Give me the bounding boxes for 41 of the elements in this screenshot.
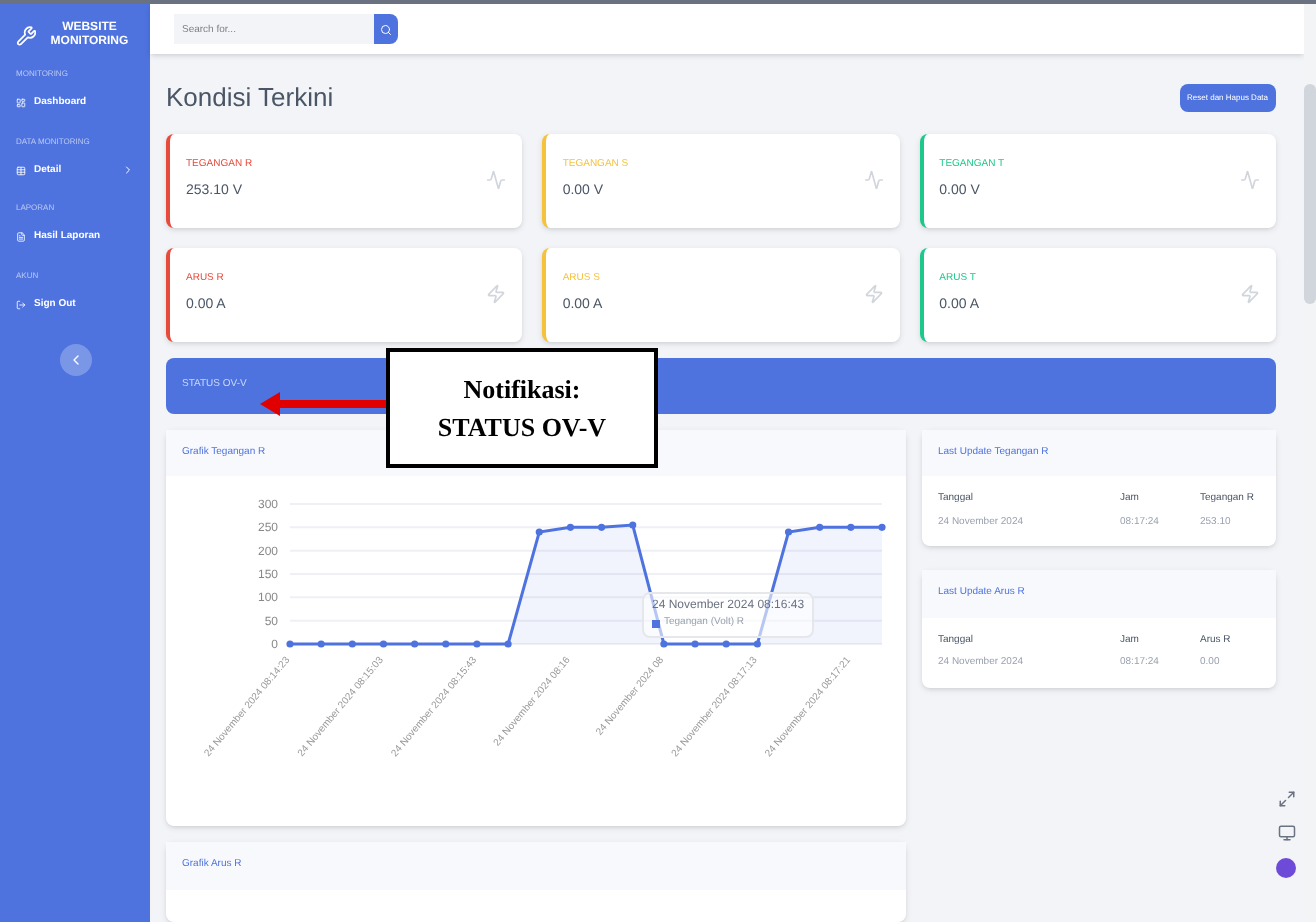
data-point xyxy=(566,523,574,531)
data-point xyxy=(442,640,450,648)
data-point xyxy=(878,523,886,531)
callout-arrow xyxy=(256,390,388,418)
data-point xyxy=(660,640,668,648)
nav-icon xyxy=(16,232,26,243)
lightning-icon xyxy=(863,284,884,304)
nav-icon xyxy=(16,98,26,109)
wrench-icon xyxy=(16,20,37,52)
data-point xyxy=(473,640,481,648)
data-point xyxy=(847,523,855,531)
data-point xyxy=(722,640,730,648)
search-button[interactable] xyxy=(374,14,398,44)
series-swatch xyxy=(652,619,660,628)
data-point xyxy=(317,640,325,648)
nav-icon xyxy=(16,299,26,310)
lightning-icon xyxy=(486,284,507,304)
expand-icon[interactable] xyxy=(1277,790,1295,808)
wave-icon xyxy=(486,170,507,190)
wave-icon xyxy=(863,170,884,190)
data-point xyxy=(629,521,637,529)
data-point xyxy=(753,640,761,648)
monitor-icon[interactable] xyxy=(1277,824,1295,842)
collapse-button[interactable] xyxy=(59,344,91,376)
data-point xyxy=(691,640,699,648)
data-point xyxy=(598,523,606,531)
data-point xyxy=(784,528,793,536)
data-point xyxy=(286,640,294,648)
data-point xyxy=(816,523,824,531)
search-icon xyxy=(380,23,392,35)
lightning-icon xyxy=(1239,284,1260,304)
callout-title: Notifikasi: xyxy=(463,371,581,407)
wave-icon xyxy=(1239,170,1260,190)
data-point xyxy=(379,640,388,648)
data-point xyxy=(535,528,543,536)
nav-icon xyxy=(16,165,26,176)
data-point xyxy=(504,640,512,648)
data-point xyxy=(348,640,356,648)
page-title: Kondisi Terkini xyxy=(166,80,334,116)
scrollbar[interactable] xyxy=(1304,84,1316,304)
data-point xyxy=(411,640,419,648)
